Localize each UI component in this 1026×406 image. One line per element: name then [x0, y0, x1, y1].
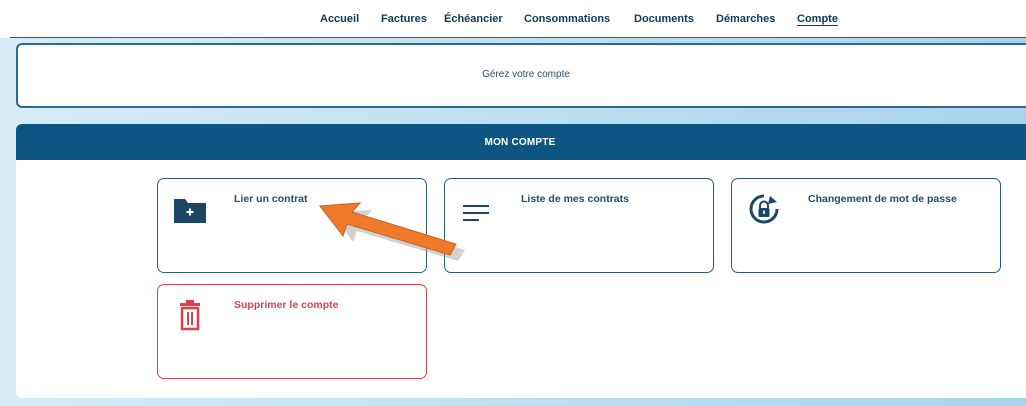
delete-account-label: Supprimer le compte [234, 299, 339, 311]
nav-item-compte[interactable]: Compte [797, 13, 838, 25]
account-panel: MON COMPTE Lier un contrat Liste de mes … [16, 124, 1026, 398]
change-password-label: Changement de mot de passe [808, 193, 957, 205]
change-password-card[interactable]: Changement de mot de passe [731, 178, 1001, 273]
list-icon [461, 193, 493, 225]
nav-item-echeancier[interactable]: Échéancier [444, 13, 503, 25]
delete-account-card[interactable]: Supprimer le compte [157, 284, 427, 379]
folder-plus-icon [174, 193, 206, 225]
main-navigation: Accueil Factures Échéancier Consommation… [0, 0, 1026, 38]
link-contract-card[interactable]: Lier un contrat [157, 178, 427, 273]
trash-icon [174, 299, 206, 331]
nav-item-accueil[interactable]: Accueil [320, 13, 359, 25]
account-intro-box: Gérez votre compte [16, 43, 1026, 108]
nav-item-demarches[interactable]: Démarches [716, 13, 775, 25]
nav-item-consommations[interactable]: Consommations [524, 13, 610, 25]
contract-list-card[interactable]: Liste de mes contrats [444, 178, 714, 273]
panel-title: MON COMPTE [484, 137, 556, 148]
nav-item-documents[interactable]: Documents [634, 13, 694, 25]
nav-item-factures[interactable]: Factures [381, 13, 427, 25]
link-contract-label: Lier un contrat [234, 193, 308, 205]
lock-refresh-icon [748, 193, 780, 225]
panel-header: MON COMPTE [16, 124, 1026, 160]
nav-divider [10, 37, 1026, 38]
intro-text: Gérez votre compte [482, 69, 570, 80]
contract-list-label: Liste de mes contrats [521, 193, 629, 205]
